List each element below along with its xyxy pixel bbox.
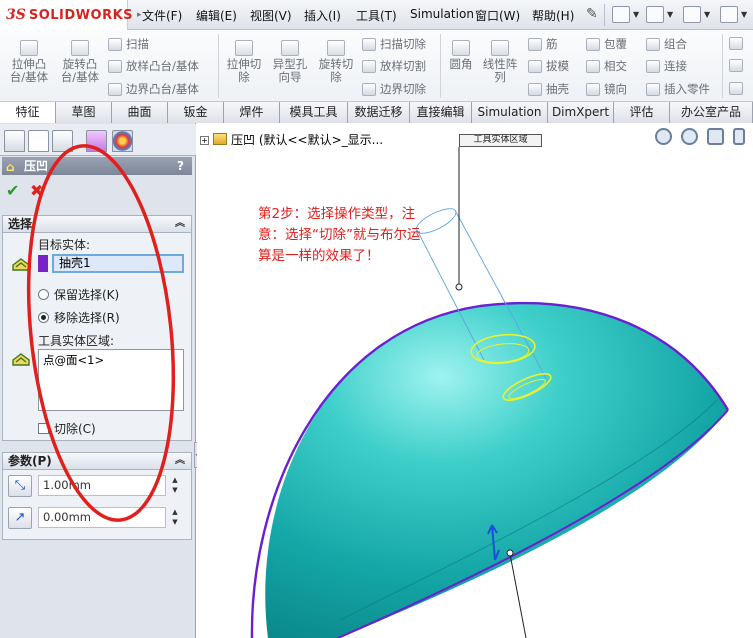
feature-tree-flyout[interactable]: + 压凹 (默认<<默认>_显示... — [200, 131, 383, 148]
tool-region-tag[interactable]: 工具实体区域 — [459, 134, 542, 147]
target-anchor — [506, 549, 514, 557]
section-view-icon[interactable] — [707, 128, 724, 145]
target-leader — [509, 553, 527, 638]
zoom-to-fit-icon[interactable] — [655, 128, 672, 145]
heads-up-view-toolbar — [655, 128, 745, 145]
tree-expand-icon[interactable]: + — [200, 136, 209, 145]
tool-tag-anchor — [455, 283, 463, 291]
zoom-to-area-icon[interactable] — [681, 128, 698, 145]
highlight-circle-annotation — [26, 144, 176, 522]
view-orientation-icon[interactable] — [733, 128, 745, 145]
tree-part-name: 压凹 (默认<<默认>_显示... — [231, 133, 384, 147]
step-annotation: 第2步：选择操作类型，注意：选择“切除”就与布尔运算是一样的效果了！ — [258, 206, 421, 264]
model-scene — [26, 144, 730, 638]
part-icon — [213, 133, 227, 145]
